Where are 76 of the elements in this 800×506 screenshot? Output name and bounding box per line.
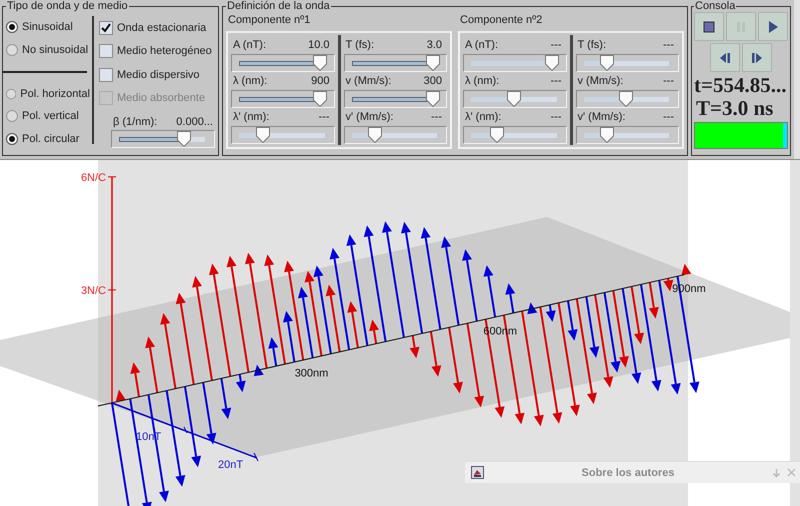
option-label: Pol. circular [22,132,80,145]
play-button[interactable] [758,12,788,41]
parameter-value: --- [318,111,330,123]
group-title: Tipo de onda y de medio [6,0,129,12]
app-icon [471,466,484,479]
parameter-label: v' (Mm/s): [578,111,626,123]
parameter-label: A (nT): [233,39,266,51]
component-title: Componente nº2 [459,13,544,28]
stop-icon [702,20,716,34]
axis-label: 6N/C [80,172,106,184]
parameter-label: λ (nm): [233,75,268,87]
option-label: Sinusoidal [22,21,73,34]
radio-button[interactable] [6,110,18,122]
slider[interactable] [231,90,334,108]
slider-thumb[interactable] [313,54,328,70]
period-readout: T=3.0 ns [695,96,774,120]
radio-button[interactable] [6,88,16,100]
parameter-value: --- [663,75,674,87]
parameter-label: λ' (nm): [465,111,502,123]
parameter-value: 300 [424,75,442,87]
parameter-value: --- [663,111,674,123]
slider-thumb[interactable] [426,54,440,70]
notification-title: Sobre los autores [580,466,676,478]
slider[interactable] [344,90,447,108]
close-icon [787,468,796,477]
option-label: No sinusoidal [22,44,88,56]
component-title: Componente nº1 [227,13,312,28]
option-label: Onda estacionaria [117,22,206,34]
axis-label: 20nT [218,459,244,471]
step-forward-icon [750,50,764,64]
arrow-down-icon [772,468,781,478]
parameter-value: 3.0 [426,39,442,51]
radio-button[interactable] [6,44,18,56]
parameter-label: λ' (nm): [233,111,270,123]
parameter-label: T (fs): [578,39,606,51]
parameter-value: --- [431,111,442,123]
parameter-label: v' (Mm/s): [346,111,394,123]
step-back-button[interactable] [710,43,740,72]
option-label: Medio absorbente [117,92,206,104]
option-label: Pol. vertical [22,110,79,122]
play-icon [766,20,780,34]
stop-button[interactable] [694,12,724,41]
option-label: Medio dispersivo [117,68,200,81]
parameter-label: β (1/nm): [113,116,158,128]
parameter-value: --- [550,111,562,123]
time-readout: t=554.85... [694,74,788,96]
radio-button[interactable] [6,132,18,145]
option-label: Medio heterogéneo [117,45,212,58]
slider[interactable] [344,54,447,72]
parameter-label: λ (nm): [465,75,500,87]
parameter-value: --- [663,39,674,51]
step-forward-button[interactable] [742,43,772,72]
group-title: Definición de la onda [226,0,331,12]
radio-button[interactable] [6,21,18,34]
axis-label: 3N/C [80,284,106,297]
checkbox[interactable] [99,68,113,82]
parameter-label: v (Mm/s): [578,75,624,87]
parameter-label: T (fs): [346,39,374,51]
parameter-label: v (Mm/s): [346,75,392,87]
checkbox[interactable] [99,44,113,58]
slider[interactable] [231,54,334,72]
group-title: Consola [694,0,736,12]
parameter-label: A (nT): [465,39,498,51]
parameter-value: 0.000... [176,116,213,128]
slider-thumb[interactable] [176,130,190,146]
slider-thumb[interactable] [426,90,440,106]
parameter-value: 10.0 [308,39,330,51]
checkbox[interactable] [99,20,113,35]
slider[interactable] [111,130,215,148]
axis-label: 300nm [294,368,328,380]
option-label: Pol. horizontal [20,88,90,100]
step-back-icon [718,50,732,64]
parameter-value: 900 [311,75,330,87]
parameter-value: --- [550,39,562,51]
slider-thumb[interactable] [313,90,328,106]
parameter-value: --- [550,75,562,87]
